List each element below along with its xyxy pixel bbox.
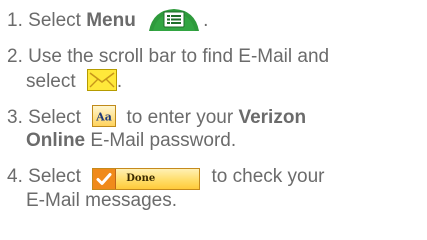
step-3-line2-bold: Online bbox=[26, 130, 86, 151]
step-1-bold: Menu bbox=[86, 10, 136, 31]
checkmark-icon bbox=[93, 169, 117, 189]
step-1: 1. Select Menu . bbox=[7, 7, 427, 45]
step-4-text-before: Select bbox=[28, 166, 81, 187]
step-2-line1: Use the scroll bar to find E-Mail and bbox=[28, 46, 330, 67]
mail-envelope-icon bbox=[86, 69, 117, 91]
step-4-line2-text: E-Mail messages. bbox=[26, 190, 177, 211]
done-button-label: Done bbox=[126, 173, 156, 184]
step-1-text: Select bbox=[28, 10, 81, 31]
step-3: 3. Select Aa to enter your Verizon Onlin… bbox=[7, 105, 427, 165]
step-3-line2-text: E-Mail password. bbox=[90, 130, 237, 151]
step-3-bold: Verizon bbox=[238, 107, 307, 128]
done-button[interactable]: Done bbox=[92, 168, 201, 190]
menu-key-icon bbox=[145, 7, 203, 31]
step-4-text-after: to check your bbox=[211, 166, 325, 187]
step-2-end: . bbox=[116, 71, 123, 92]
svg-text:Aa: Aa bbox=[95, 111, 112, 124]
step-2-number: 2. bbox=[7, 46, 23, 67]
step-3-text-after: to enter your bbox=[126, 107, 234, 128]
step-4: 4. Select Done to check your E-Mail mess… bbox=[7, 165, 427, 213]
step-3-text-before: Select bbox=[28, 107, 81, 128]
step-1-end: . bbox=[203, 10, 209, 31]
step-3-number: 3. bbox=[7, 107, 23, 128]
step-2: 2. Use the scroll bar to find E-Mail and… bbox=[7, 45, 427, 105]
aa-icon: Aa bbox=[92, 105, 117, 127]
step-2-line2: select bbox=[26, 71, 76, 92]
step-1-number: 1. bbox=[7, 10, 23, 31]
step-4-number: 4. bbox=[7, 166, 23, 187]
instructions-page: 1. Select Menu . 2. Use the scroll bar t… bbox=[0, 0, 427, 240]
